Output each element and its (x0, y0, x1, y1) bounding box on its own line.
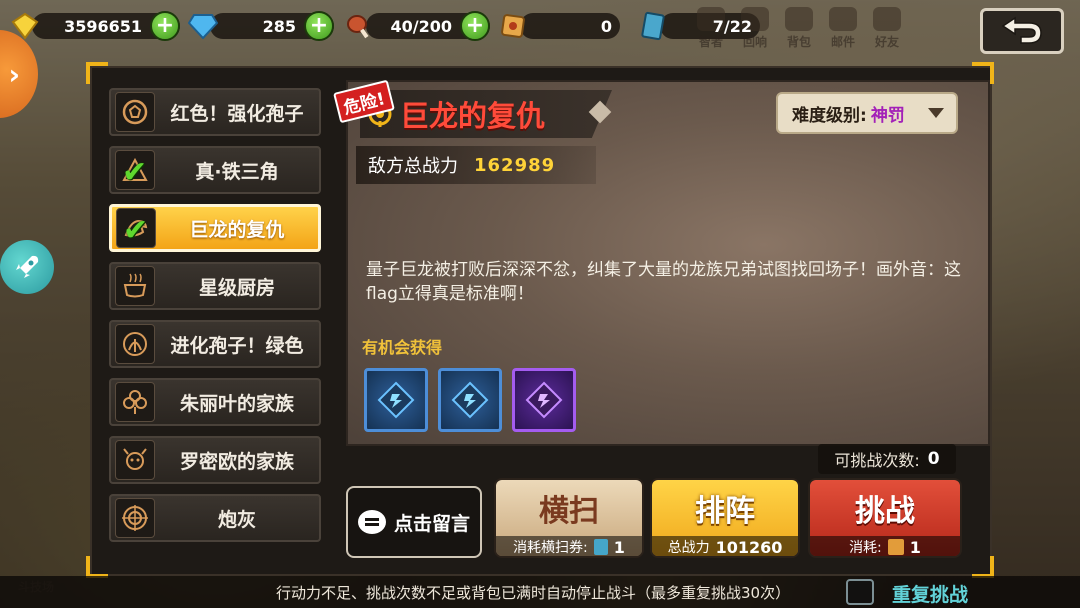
rocket-icon (16, 255, 39, 278)
sweep-button[interactable]: 横扫 消耗横扫券: 1 (494, 478, 644, 558)
enemy-power-label: 敌方总战力 (368, 156, 458, 177)
leave-message-button[interactable]: 点击留言 (346, 486, 482, 558)
ticket-icon (593, 539, 608, 555)
meat-icon (344, 11, 374, 41)
stage-label: 红色！强化孢子 (170, 102, 304, 125)
scroll-value: 0 (600, 16, 612, 36)
arena-label[interactable]: 斗技场 (18, 578, 54, 595)
sweep-label: 横扫 (539, 494, 599, 529)
menu-item-bag[interactable]: 背包 (778, 4, 820, 50)
formation-power-value: 101260 (715, 537, 783, 557)
frame-corner (86, 556, 108, 578)
back-button[interactable] (980, 8, 1064, 54)
sweep-cost-label: 消耗横扫券: (513, 540, 588, 556)
challenge-button[interactable]: 挑战 消耗: 1 (808, 478, 962, 558)
drop-list (364, 368, 576, 432)
diamond-icon (188, 11, 218, 41)
difficulty-dropdown[interactable]: 难度级别: 神罚 (776, 92, 958, 134)
gem-value: 285 (262, 16, 296, 36)
stage-item-juliet-family[interactable]: 朱丽叶的家族 (109, 378, 321, 426)
repeat-challenge-label[interactable]: 重复挑战 (892, 580, 968, 607)
stage-item-red-spore[interactable]: 红色！强化孢子 (109, 88, 321, 136)
formation-label: 排阵 (695, 494, 755, 529)
menu-item-mail[interactable]: 邮件 (822, 4, 864, 50)
challenge-label: 挑战 (855, 494, 915, 529)
stage-title: 巨龙的复仇 (400, 99, 546, 133)
attempts-label: 可挑战次数: (834, 451, 920, 470)
add-stamina-button[interactable]: + (460, 11, 490, 41)
stage-item-green-spore[interactable]: 进化孢子！绿色 (109, 320, 321, 368)
challenge-cost-label: 消耗: (849, 540, 882, 556)
stamina-resource: 40/200 + (344, 10, 490, 42)
frame-corner (86, 62, 108, 84)
stage-label: 巨龙的复仇 (189, 218, 285, 241)
gold-gem-icon (10, 11, 40, 41)
add-gold-button[interactable]: + (150, 11, 180, 41)
sweep-cost-value: 1 (613, 537, 625, 557)
stage-label: 星级厨房 (198, 276, 275, 299)
stage-label: 进化孢子！绿色 (170, 334, 304, 357)
enemy-power-value: 162989 (474, 154, 556, 176)
gold-value: 3596651 (64, 16, 142, 36)
ticket-icon (638, 11, 668, 41)
stage-item-iron-triangle[interactable]: ✔ 真·铁三角 (109, 146, 321, 194)
caret-down-icon (928, 108, 944, 118)
stage-description: 量子巨龙被打败后深深不忿，纠集了大量的龙族兄弟试图找回场子！画外音：这flag立… (366, 260, 961, 304)
add-gem-button[interactable]: + (304, 11, 334, 41)
stage-label: 罗密欧的家族 (179, 450, 294, 473)
stage-item-romeo-family[interactable]: 罗密欧的家族 (109, 436, 321, 484)
stage-title-banner: 巨龙的复仇 (360, 90, 612, 138)
ball-icon (115, 92, 155, 132)
mask-icon (115, 440, 155, 480)
menu-item-friends[interactable]: 好友 (866, 4, 908, 50)
frame-corner (972, 556, 994, 578)
stage-label: 朱丽叶的家族 (179, 392, 294, 415)
drops-label: 有机会获得 (362, 338, 443, 357)
enemy-power: 敌方总战力 162989 (356, 146, 596, 184)
pot-icon (115, 266, 155, 306)
target-icon (115, 498, 155, 538)
formation-power-label: 总战力 (667, 540, 710, 556)
stage-item-star-kitchen[interactable]: 星级厨房 (109, 262, 321, 310)
chat-bubble-icon (357, 510, 386, 534)
dragon-icon: ✔ (116, 208, 156, 248)
gold-resource: 3596651 + (10, 10, 180, 42)
blue-gem-icon (377, 381, 415, 419)
check-icon: ✔ (122, 155, 148, 190)
difficulty-label: 难度级别: (792, 105, 867, 126)
attempts-value: 0 (927, 449, 940, 469)
return-arrow-icon (1001, 16, 1042, 44)
leaf-icon (115, 324, 155, 364)
ticket-value: 7/22 (712, 16, 752, 36)
challenge-cost-value: 1 (909, 537, 921, 557)
triangle-icon: ✔ (115, 150, 155, 190)
resource-bar: 3596651 + 285 + 40/200 + 0 7/22 智者 回响 背包 (0, 0, 1080, 54)
stage-label: 炮灰 (217, 508, 256, 531)
attempts-counter: 可挑战次数: 0 (818, 444, 956, 474)
stage-item-cannon-fodder[interactable]: 炮灰 (109, 494, 321, 542)
drop-item[interactable] (438, 368, 502, 432)
stage-item-dragon-revenge[interactable]: ✔ 巨龙的复仇 (109, 204, 321, 252)
message-label: 点击留言 (393, 512, 470, 535)
drop-item[interactable] (364, 368, 428, 432)
scroll-icon (498, 11, 528, 41)
scroll-icon (887, 539, 904, 555)
formation-button[interactable]: 排阵 总战力 101260 (650, 478, 800, 558)
blue-gem-icon (451, 381, 489, 419)
stage-list: 红色！强化孢子 ✔ 真·铁三角 ✔ 巨龙的复仇 星级厨房 进化孢子！绿色 朱丽叶… (109, 88, 323, 552)
difficulty-value: 神罚 (870, 105, 905, 126)
gem-resource: 285 + (188, 10, 334, 42)
stage-label: 真·铁三角 (195, 160, 279, 183)
stamina-value: 40/200 (390, 16, 452, 36)
rocket-button[interactable] (0, 240, 54, 294)
auto-stop-note: 行动力不足、挑战次数不足或背包已满时自动停止战斗（最多重复挑战30次） (276, 584, 791, 602)
chevron-right-icon: › (8, 57, 20, 91)
drop-item[interactable] (512, 368, 576, 432)
check-icon: ✔ (123, 213, 149, 248)
scroll-resource: 0 (498, 10, 620, 42)
repeat-challenge-checkbox[interactable] (846, 579, 874, 605)
purple-gem-icon (525, 381, 563, 419)
flower-icon (115, 382, 155, 422)
